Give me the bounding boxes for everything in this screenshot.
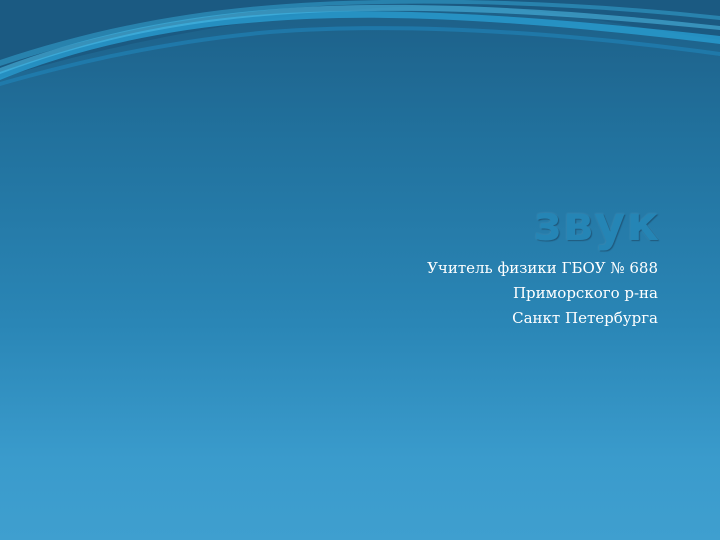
slide-title: звук (533, 196, 660, 252)
subtitle-line-city: Санкт Петербурга (512, 309, 658, 327)
subtitle-line-district: Приморского р-на (512, 284, 658, 302)
slide-subtitle: Учитель физики ГБОУ № 688 Приморского р-… (427, 256, 658, 331)
wave-decoration (0, 0, 720, 86)
slide: звук Учитель физики ГБОУ № 688 Приморско… (0, 0, 720, 540)
subtitle-line-teacher: Учитель физики ГБОУ № 688 (427, 259, 658, 277)
